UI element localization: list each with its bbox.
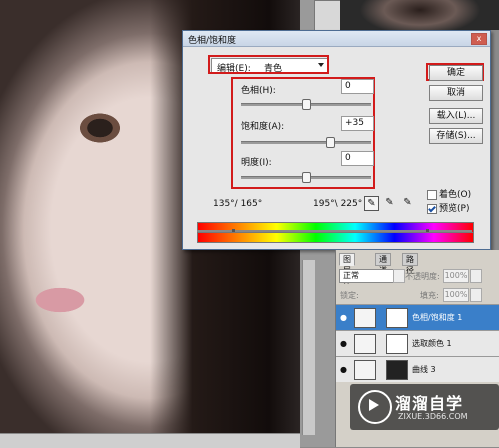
- hue-label: 色相(H):: [241, 86, 276, 96]
- dialog-titlebar[interactable]: 色相/饱和度 x: [183, 31, 490, 47]
- tab-paths[interactable]: 路径: [402, 253, 418, 275]
- colorize-label: 着色(O): [439, 190, 472, 200]
- bottom-color-bar: [197, 232, 474, 243]
- opacity-input[interactable]: 100%: [443, 269, 469, 283]
- blend-mode-select[interactable]: 正常: [339, 269, 394, 283]
- fill-input[interactable]: 100%: [443, 288, 469, 302]
- preview-checkbox[interactable]: 预览(P): [427, 201, 469, 214]
- saturation-input[interactable]: +35: [341, 116, 374, 131]
- range-right-text: 195°\ 225°: [313, 199, 363, 209]
- watermark-text: 溜溜自学: [395, 394, 464, 413]
- ok-button[interactable]: 确定: [429, 65, 483, 81]
- saturation-label: 饱和度(A):: [241, 122, 285, 132]
- preview-label: 预览(P): [439, 204, 470, 214]
- watermark-url: ZIXUE.3D66.COM: [398, 412, 468, 421]
- eyedropper-subtract-icon[interactable]: ✎: [401, 196, 414, 209]
- layer-name: 曲线 3: [412, 365, 436, 374]
- colorize-checkbox-box[interactable]: [427, 189, 437, 200]
- fill-dropdown-arrow[interactable]: [470, 288, 482, 302]
- eye-icon[interactable]: ●: [340, 313, 347, 322]
- hue-input[interactable]: 0: [341, 79, 374, 94]
- eye-icon[interactable]: ●: [340, 365, 347, 374]
- lightness-slider-thumb[interactable]: [302, 172, 311, 183]
- layer-name: 色相/饱和度 1: [412, 313, 463, 322]
- tool-strip[interactable]: [314, 0, 342, 32]
- adjustment-thumbnail-icon: [354, 308, 376, 328]
- layer-row-hue-saturation[interactable]: ● 色相/饱和度 1: [336, 304, 499, 330]
- range-left-text: 135°/ 165°: [213, 199, 263, 209]
- dialog-title: 色相/饱和度: [188, 36, 237, 46]
- layer-mask-thumbnail: [386, 308, 408, 328]
- eye-icon[interactable]: ●: [340, 339, 347, 348]
- layer-mask-thumbnail: [386, 334, 408, 354]
- tab-channels[interactable]: 通道: [375, 253, 391, 275]
- horizontal-scrollbar[interactable]: [0, 433, 300, 448]
- eyedropper-icon[interactable]: ✎: [364, 196, 379, 211]
- highlight-edit-box: [208, 55, 329, 74]
- tab-layers[interactable]: 图层 ×: [339, 253, 355, 286]
- vertical-scrollbar[interactable]: [302, 260, 315, 435]
- eyedropper-add-icon[interactable]: ✎: [383, 196, 396, 209]
- adjustment-thumbnail-icon: [354, 334, 376, 354]
- hue-saturation-dialog: 色相/饱和度 x 编辑(E): 青色 色相(H): 0 饱和度(A): +35 …: [182, 30, 491, 250]
- blend-dropdown-arrow[interactable]: [393, 269, 405, 283]
- play-icon: [369, 399, 379, 411]
- colorize-checkbox[interactable]: 着色(O): [427, 187, 471, 200]
- lightness-label: 明度(I):: [241, 158, 272, 168]
- save-button[interactable]: 存储(S)...: [429, 128, 483, 144]
- preview-checkbox-box[interactable]: [427, 203, 437, 214]
- opacity-label: 不透明度:: [405, 272, 440, 281]
- load-button[interactable]: 载入(L)...: [429, 108, 483, 124]
- saturation-slider-thumb[interactable]: [326, 137, 335, 148]
- lock-label: 锁定:: [340, 291, 359, 300]
- layer-name: 选取颜色 1: [412, 339, 452, 348]
- lightness-input[interactable]: 0: [341, 151, 374, 166]
- fill-label: 填充:: [420, 291, 439, 300]
- layer-mask-thumbnail: [386, 360, 408, 380]
- saturation-slider-track[interactable]: [241, 141, 371, 144]
- cancel-button[interactable]: 取消: [429, 85, 483, 101]
- layer-row-selective-color[interactable]: ● 选取颜色 1: [336, 330, 499, 356]
- close-button[interactable]: x: [471, 33, 487, 45]
- adjustment-thumbnail-icon: [354, 360, 376, 380]
- watermark: 溜溜自学 ZIXUE.3D66.COM: [350, 384, 499, 430]
- navigator-thumbnail: [340, 0, 499, 30]
- hue-slider-thumb[interactable]: [302, 99, 311, 110]
- opacity-dropdown-arrow[interactable]: [470, 269, 482, 283]
- layer-row-curves[interactable]: ● 曲线 3: [336, 356, 499, 382]
